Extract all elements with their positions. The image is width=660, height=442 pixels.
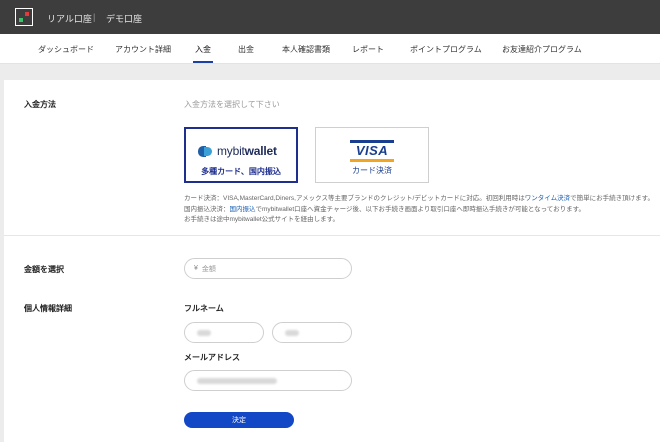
amount-input[interactable]: ¥ 金額 [184, 258, 352, 279]
redacted-value [197, 329, 211, 336]
mybitwallet-logo: mybitwallet [198, 144, 277, 158]
brand-logo-icon[interactable] [15, 8, 33, 26]
method-mybitwallet-card[interactable]: mybitwallet 多種カード、国内振込 [184, 127, 298, 183]
active-tab-indicator [193, 61, 213, 63]
account-separator: | [93, 12, 96, 22]
nav-item-referral-program[interactable]: お友達紹介プログラム [502, 44, 582, 55]
nav-item-dashboard[interactable]: ダッシュボード [38, 44, 94, 55]
nav-item-account-details[interactable]: アカウント詳細 [115, 44, 171, 55]
domestic-transfer-link[interactable]: 国内振込 [230, 206, 256, 213]
redacted-value [285, 329, 299, 336]
personal-info-label: 個人情報詳細 [24, 304, 72, 313]
top-bar: リアル口座 | デモ口座 [0, 0, 660, 34]
deposit-method-label: 入金方法 [24, 100, 56, 109]
yen-icon: ¥ [194, 265, 198, 272]
real-account-link[interactable]: リアル口座 [47, 12, 92, 25]
visa-logo: VISA [350, 140, 394, 162]
section-divider [4, 235, 660, 236]
visa-logo-text: VISA [355, 143, 389, 158]
method-visa-card[interactable]: VISA カード決済 [315, 127, 429, 183]
last-name-input[interactable] [272, 322, 352, 343]
deposit-panel: 入金方法 入金方法を選択して下さい mybitwallet 多種カード、国内振込… [4, 80, 660, 442]
deposit-method-hint: 入金方法を選択して下さい [184, 100, 280, 109]
amount-label: 金額を選択 [24, 265, 64, 274]
visa-caption: カード決済 [352, 166, 392, 175]
nav-item-identity-documents[interactable]: 本人確認書類 [282, 44, 330, 55]
deposit-method-description: カード決済：VISA,MasterCard,Diners,アメックス等主要ブラン… [184, 195, 654, 223]
demo-account-link[interactable]: デモ口座 [106, 12, 142, 25]
redacted-value [197, 377, 277, 384]
nav-item-points-program[interactable]: ポイントプログラム [410, 44, 482, 55]
mybitwallet-logo-text-bold: wallet [244, 144, 277, 158]
email-label: メールアドレス [184, 353, 240, 362]
amount-placeholder: 金額 [201, 265, 216, 273]
mybitwallet-mark-icon [198, 145, 212, 157]
submit-button[interactable]: 決定 [184, 412, 294, 428]
nav-item-deposit[interactable]: 入金 [195, 44, 211, 55]
main-nav: ダッシュボード アカウント詳細 入金 出金 本人確認書類 レポート ポイントプロ… [0, 34, 660, 64]
one-time-payment-link[interactable]: ワンタイム決済 [525, 195, 570, 202]
fullname-label: フルネーム [184, 304, 224, 313]
first-name-input[interactable] [184, 322, 264, 343]
nav-item-reports[interactable]: レポート [352, 44, 384, 55]
nav-item-withdraw[interactable]: 出金 [238, 44, 254, 55]
email-input[interactable] [184, 370, 352, 391]
mybitwallet-logo-text: mybit [217, 144, 245, 158]
mybitwallet-caption: 多種カード、国内振込 [201, 167, 281, 176]
